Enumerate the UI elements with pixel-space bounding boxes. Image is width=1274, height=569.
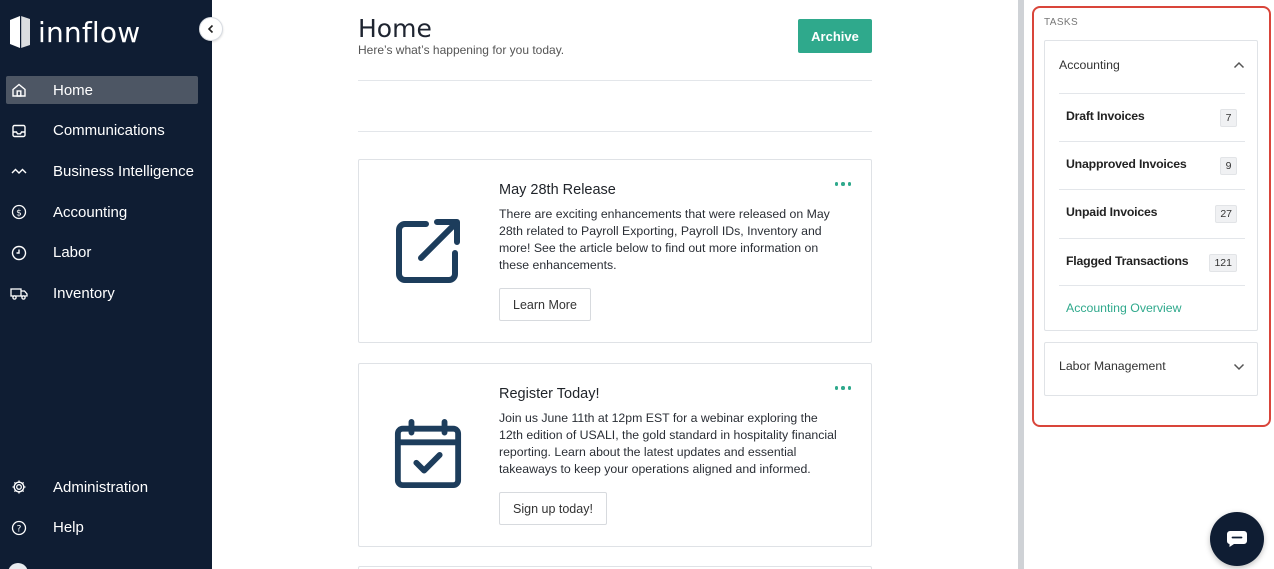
page-subtitle: Here’s what’s happening for you today. xyxy=(358,43,565,57)
chevron-left-icon xyxy=(207,24,214,34)
task-item-draft-invoices[interactable]: Draft Invoices 7 xyxy=(1059,93,1245,141)
sidebar-item-label: Business Intelligence xyxy=(53,162,194,180)
sidebar-item-label: Home xyxy=(53,81,94,99)
tasks-panel: TASKS Accounting Draft Invoices 7 Unappr… xyxy=(1032,6,1271,427)
page-title: Home xyxy=(358,14,432,43)
more-dots-icon xyxy=(834,182,838,186)
external-link-icon xyxy=(396,219,460,283)
labor-task-group[interactable]: Labor Management xyxy=(1044,342,1258,396)
truck-icon xyxy=(10,284,28,302)
card-title: Register Today! xyxy=(499,386,600,402)
sidebar-item-home[interactable]: Home xyxy=(6,76,198,104)
more-dots-icon xyxy=(834,386,838,390)
tasks-label: TASKS xyxy=(1044,17,1079,28)
sidebar-bottom-nav: Administration ? Help xyxy=(6,473,198,554)
logo-text: innflow xyxy=(38,15,141,49)
calendar-check-icon xyxy=(394,419,462,489)
accounting-overview-link[interactable]: Accounting Overview xyxy=(1066,301,1182,315)
trend-icon xyxy=(10,162,28,180)
card-title: May 28th Release xyxy=(499,182,616,198)
sidebar-item-label: Administration xyxy=(53,478,149,496)
sidebar-item-accounting[interactable]: $ Accounting xyxy=(6,198,198,226)
task-item-unapproved-invoices[interactable]: Unapproved Invoices 9 xyxy=(1059,141,1245,189)
announcement-card: Register Today! Join us June 11th at 12p… xyxy=(358,363,872,547)
sidebar: innflow Home Communications Business Int… xyxy=(0,0,212,569)
sidebar-item-labor[interactable]: Labor xyxy=(6,239,198,267)
divider xyxy=(358,131,872,132)
task-count-badge: 27 xyxy=(1215,205,1237,223)
divider xyxy=(358,80,872,81)
accounting-group-header[interactable]: Accounting xyxy=(1059,58,1120,72)
sign-up-button[interactable]: Sign up today! xyxy=(499,492,607,525)
sidebar-item-help[interactable]: ? Help xyxy=(6,514,198,542)
avatar[interactable] xyxy=(8,563,28,569)
svg-text:$: $ xyxy=(16,208,22,218)
chat-launcher-button[interactable] xyxy=(1210,512,1264,566)
sidebar-item-label: Accounting xyxy=(53,203,128,221)
task-name: Draft Invoices xyxy=(1066,109,1145,123)
main-content: Home Here’s what’s happening for you tod… xyxy=(212,0,1020,569)
gear-icon xyxy=(10,478,28,496)
task-name: Unpaid Invoices xyxy=(1066,205,1158,219)
sidebar-item-label: Communications xyxy=(53,122,165,140)
labor-group-header[interactable]: Labor Management xyxy=(1059,359,1166,373)
home-icon xyxy=(10,81,28,99)
card-menu-button[interactable] xyxy=(834,182,851,186)
sidebar-nav: Home Communications Business Intelligenc… xyxy=(6,76,198,320)
sidebar-item-inventory[interactable]: Inventory xyxy=(6,279,198,307)
task-item-flagged-transactions[interactable]: Flagged Transactions 121 xyxy=(1059,238,1245,286)
chat-icon xyxy=(1226,531,1247,547)
task-count-badge: 9 xyxy=(1220,157,1237,175)
inbox-icon xyxy=(10,122,28,140)
clock-icon xyxy=(10,244,28,262)
main-scrollbar[interactable] xyxy=(1018,0,1024,569)
task-item-unpaid-invoices[interactable]: Unpaid Invoices 27 xyxy=(1059,189,1245,237)
task-count-badge: 121 xyxy=(1209,254,1237,272)
svg-text:?: ? xyxy=(17,524,22,534)
archive-button[interactable]: Archive xyxy=(798,19,872,53)
chevron-up-icon[interactable] xyxy=(1233,61,1245,69)
task-name: Flagged Transactions xyxy=(1066,254,1189,268)
learn-more-button[interactable]: Learn More xyxy=(499,288,591,321)
task-count-badge: 7 xyxy=(1220,109,1237,127)
sidebar-item-communications[interactable]: Communications xyxy=(6,117,198,145)
logo-mark-icon xyxy=(10,16,30,48)
sidebar-collapse-button[interactable] xyxy=(199,17,223,41)
app-logo[interactable]: innflow xyxy=(8,14,140,50)
chevron-down-icon[interactable] xyxy=(1233,363,1245,371)
sidebar-item-label: Help xyxy=(53,519,84,537)
card-body: There are exciting enhancements that wer… xyxy=(499,207,830,272)
card-menu-button[interactable] xyxy=(834,386,851,390)
sidebar-item-label: Labor xyxy=(53,244,92,262)
announcement-card: May 28th Release There are exciting enha… xyxy=(358,159,872,343)
help-circle-icon: ? xyxy=(10,519,28,537)
sidebar-item-label: Inventory xyxy=(53,284,115,302)
dollar-circle-icon: $ xyxy=(10,203,28,221)
sidebar-item-administration[interactable]: Administration xyxy=(6,473,198,501)
sidebar-item-business-intelligence[interactable]: Business Intelligence xyxy=(6,157,198,185)
accounting-task-group: Accounting Draft Invoices 7 Unapproved I… xyxy=(1044,40,1258,331)
card-body: Join us June 11th at 12pm EST for a webi… xyxy=(499,411,837,476)
task-name: Unapproved Invoices xyxy=(1066,157,1187,171)
